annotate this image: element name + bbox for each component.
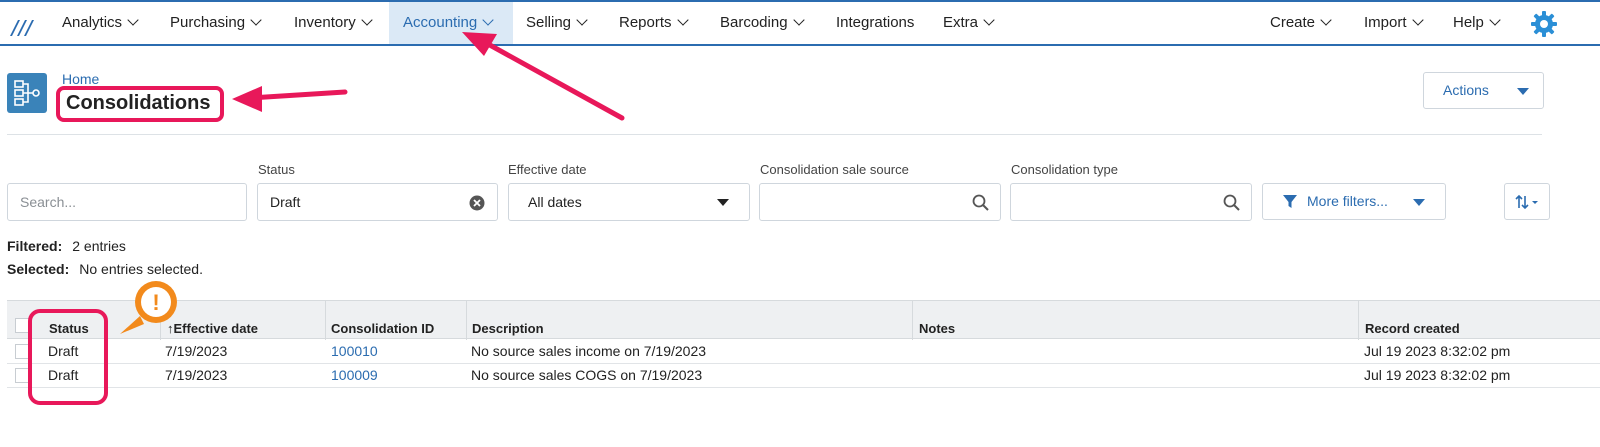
status-filter-value: Draft — [270, 194, 301, 210]
status-column-highlight — [28, 309, 108, 405]
row-record-created: Jul 19 2023 8:32:02 pm — [1364, 367, 1511, 383]
filtered-label: Filtered: — [7, 238, 63, 254]
chevron-down-icon — [127, 14, 139, 26]
actions-label: Actions — [1443, 82, 1489, 98]
column-divider[interactable] — [325, 301, 326, 340]
filtered-count: 2 entries — [72, 238, 126, 254]
chevron-down-icon — [482, 14, 494, 26]
effective-date-value: All dates — [528, 194, 582, 210]
more-filters-button[interactable]: More filters... — [1262, 183, 1446, 220]
breadcrumb-home[interactable]: Home — [62, 71, 99, 87]
row-record-created: Jul 19 2023 8:32:02 pm — [1364, 343, 1511, 359]
selected-label: Selected: — [7, 261, 70, 277]
filtered-summary: Filtered: 2 entries — [7, 238, 126, 254]
chevron-down-icon — [983, 14, 995, 26]
page-title: Consolidations — [56, 86, 224, 122]
table-row[interactable]: Draft 7/19/2023 100010 No source sales i… — [7, 340, 1600, 364]
search-icon — [1223, 194, 1240, 211]
column-consolidation-id[interactable]: Consolidation ID — [331, 321, 434, 336]
consolidation-module-icon — [7, 73, 47, 113]
more-filters-label: More filters... — [1307, 193, 1388, 209]
gear-icon[interactable] — [1530, 10, 1558, 38]
column-divider[interactable] — [912, 301, 913, 340]
warning-callout-icon: ! — [120, 281, 177, 334]
nav-selling[interactable]: Selling — [512, 2, 600, 44]
clear-icon[interactable] — [469, 195, 485, 211]
consolidation-type-label: Consolidation type — [1011, 162, 1118, 177]
consolidation-type-input[interactable] — [1010, 183, 1252, 221]
chevron-down-icon — [792, 14, 805, 26]
row-effective-date: 7/19/2023 — [165, 367, 228, 383]
chevron-down-icon — [1411, 14, 1424, 26]
row-consolidation-id-link[interactable]: 100009 — [331, 367, 378, 383]
nav-purchasing[interactable]: Purchasing — [156, 2, 274, 44]
row-effective-date: 7/19/2023 — [165, 343, 228, 359]
logo-icon[interactable] — [8, 12, 36, 38]
nav-inventory[interactable]: Inventory — [280, 2, 385, 44]
nav-integrations[interactable]: Integrations — [822, 2, 928, 44]
caret-down-icon — [1517, 88, 1529, 95]
column-divider[interactable] — [466, 301, 467, 340]
row-consolidation-id-link[interactable]: 100010 — [331, 343, 378, 359]
caret-down-icon — [1413, 199, 1425, 206]
effective-date-label: Effective date — [508, 162, 587, 177]
search-icon — [972, 194, 989, 211]
column-description[interactable]: Description — [472, 321, 544, 336]
chevron-down-icon — [576, 14, 588, 26]
status-filter[interactable]: Draft — [257, 183, 498, 221]
nav-reports[interactable]: Reports — [605, 2, 701, 44]
sale-source-label: Consolidation sale source — [760, 162, 909, 177]
chevron-down-icon — [361, 14, 373, 26]
table-row[interactable]: Draft 7/19/2023 100009 No source sales C… — [7, 364, 1600, 388]
column-divider[interactable] — [1358, 301, 1359, 340]
chevron-down-icon — [676, 14, 689, 26]
nav-help[interactable]: Help — [1439, 2, 1513, 44]
effective-date-select[interactable]: All dates — [508, 183, 750, 221]
top-nav-bar: Analytics Purchasing Inventory Accountin… — [0, 0, 1600, 46]
nav-extra[interactable]: Extra — [929, 2, 1007, 44]
chevron-down-icon — [1320, 14, 1332, 26]
chevron-down-icon — [1489, 14, 1501, 26]
filter-icon — [1283, 195, 1297, 208]
nav-create[interactable]: Create — [1256, 2, 1344, 44]
selected-value: No entries selected. — [79, 261, 203, 277]
nav-analytics[interactable]: Analytics — [48, 2, 151, 44]
row-description: No source sales income on 7/19/2023 — [471, 343, 707, 359]
chevron-down-icon — [250, 14, 262, 26]
search-input[interactable]: Search... — [7, 183, 247, 221]
selected-summary: Selected: No entries selected. — [7, 261, 203, 277]
actions-button[interactable]: Actions — [1423, 72, 1544, 109]
status-filter-label: Status — [258, 162, 295, 177]
divider — [7, 134, 1542, 135]
row-description: No source sales COGS on 7/19/2023 — [471, 367, 703, 383]
warning-glyph: ! — [152, 290, 159, 315]
arrow-to-title — [232, 86, 348, 112]
caret-down-icon — [717, 199, 729, 206]
column-record-created[interactable]: Record created — [1365, 321, 1460, 336]
nav-import[interactable]: Import — [1350, 2, 1436, 44]
nav-accounting[interactable]: Accounting — [389, 2, 513, 44]
nav-barcoding[interactable]: Barcoding — [706, 2, 817, 44]
column-notes[interactable]: Notes — [919, 321, 955, 336]
table-header: Status ↑Effective date Consolidation ID … — [7, 300, 1600, 340]
sort-button[interactable] — [1504, 183, 1550, 220]
sale-source-input[interactable] — [759, 183, 1001, 221]
sort-icon — [1515, 194, 1538, 210]
